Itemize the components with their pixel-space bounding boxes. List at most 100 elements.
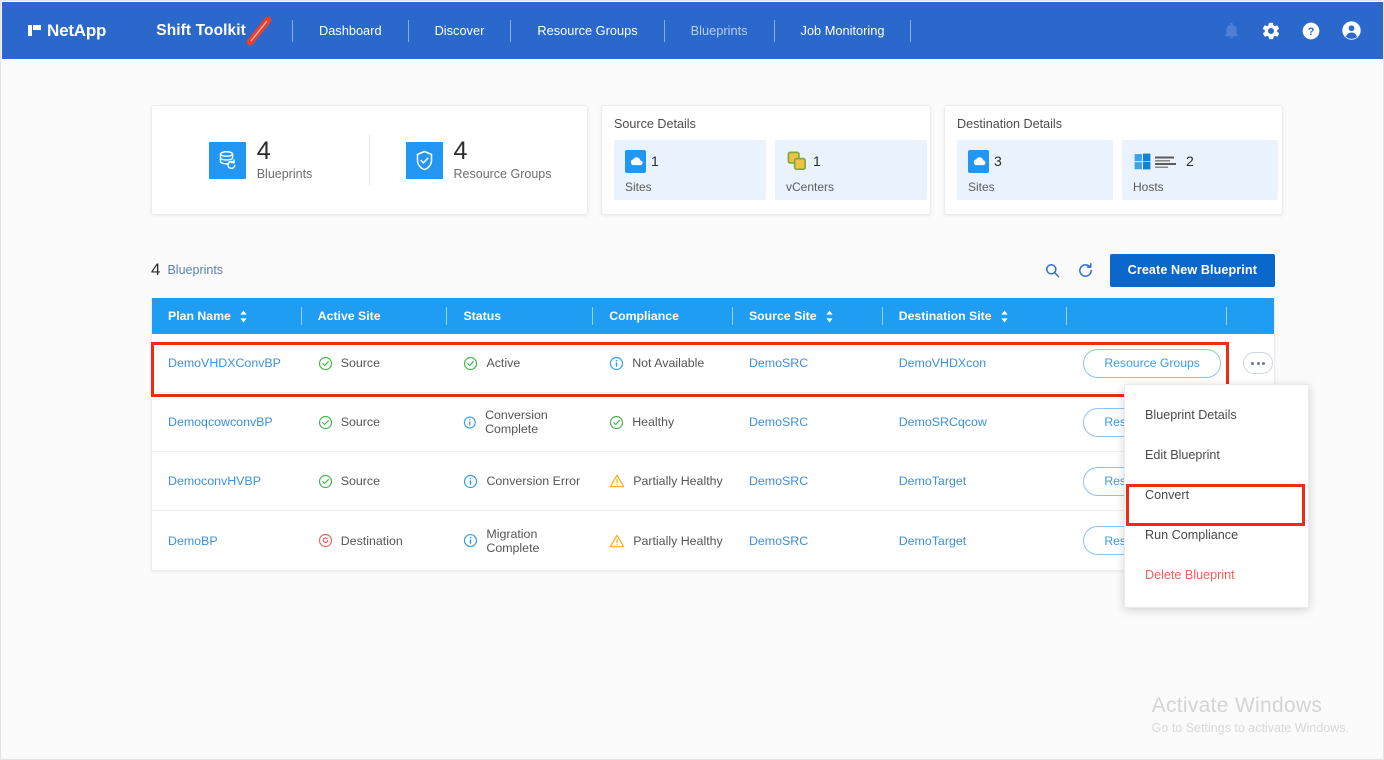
column-label: Active Site <box>318 309 381 323</box>
nav-link-job-monitoring[interactable]: Job Monitoring <box>789 21 897 40</box>
app-title-text: Shift Toolkit <box>156 22 246 39</box>
windows-activation-watermark: Activate Windows Go to Settings to activ… <box>1152 694 1349 735</box>
check-circle-green-icon <box>609 415 624 430</box>
table-row[interactable]: DemoqcowconvBP Source Conversion Complet… <box>152 393 1274 452</box>
column-header-compliance[interactable]: Compliance <box>593 298 733 334</box>
destination-tiles: 3 Sites <box>957 140 1270 200</box>
cell-destination-site: DemoTarget <box>883 452 1068 511</box>
search-icon[interactable] <box>1044 262 1061 279</box>
active-site-value: Source <box>341 474 380 488</box>
help-icon[interactable]: ? <box>1301 21 1321 41</box>
plan-name-link[interactable]: DemoBP <box>168 534 218 548</box>
shield-check-icon <box>406 142 443 179</box>
warning-triangle-amber-icon <box>609 473 625 489</box>
menu-item-delete-blueprint[interactable]: Delete Blueprint <box>1125 555 1308 595</box>
cloud-icon <box>968 150 989 173</box>
source-site-link[interactable]: DemoSRC <box>749 356 808 370</box>
source-details-title: Source Details <box>614 117 918 131</box>
nav-divider <box>664 20 665 42</box>
source-site-link[interactable]: DemoSRC <box>749 474 808 488</box>
nav-divider <box>910 20 911 42</box>
top-navigation-bar: NetApp Shift Toolkit Dashboard Discover … <box>2 2 1384 59</box>
cell-compliance: Partially Healthy <box>593 511 733 570</box>
cell-status: Conversion Error <box>447 452 593 511</box>
cell-source-site: DemoSRC <box>733 511 883 570</box>
plan-name-link[interactable]: DemoconvHVBP <box>168 474 261 488</box>
menu-item-run-compliance[interactable]: Run Compliance <box>1125 515 1308 555</box>
sort-icon[interactable] <box>825 310 834 323</box>
column-header-plan-name[interactable]: Plan Name <box>152 298 302 334</box>
stat-blueprints-value: 4 <box>257 139 313 164</box>
info-circle-blue-icon <box>463 474 478 489</box>
gear-icon[interactable] <box>1261 21 1281 41</box>
nav-link-dashboard[interactable]: Dashboard <box>307 21 394 40</box>
nav-divider <box>774 20 775 42</box>
menu-item-edit-blueprint[interactable]: Edit Blueprint <box>1125 435 1308 475</box>
tile-destination-sites-label: Sites <box>968 180 1102 194</box>
tile-source-vcenters-label: vCenters <box>786 180 916 194</box>
destination-site-link[interactable]: DemoSRCqcow <box>899 415 987 429</box>
column-header-options <box>1227 298 1274 334</box>
cell-plan-name: DemoBP <box>152 511 302 570</box>
plan-name-link[interactable]: DemoqcowconvBP <box>168 415 273 429</box>
table-row[interactable]: DemoVHDXConvBP Source Active <box>152 334 1274 393</box>
stat-blueprints: 4 Blueprints <box>152 139 369 181</box>
resource-groups-button[interactable]: Resource Groups <box>1083 349 1221 378</box>
check-circle-green-icon <box>318 415 333 430</box>
compliance-value: Partially Healthy <box>633 534 723 548</box>
netapp-logo-text: NetApp <box>47 21 106 41</box>
menu-item-blueprint-details[interactable]: Blueprint Details <box>1125 395 1308 435</box>
cell-status: Conversion Complete <box>447 393 593 452</box>
menu-item-convert[interactable]: Convert <box>1125 475 1308 515</box>
column-label: Compliance <box>609 309 679 323</box>
check-circle-green-icon <box>318 474 333 489</box>
cell-plan-name: DemoVHDXConvBP <box>152 334 302 393</box>
watermark-title: Activate Windows <box>1152 694 1349 718</box>
bell-icon[interactable] <box>1222 21 1241 40</box>
cell-plan-name: DemoqcowconvBP <box>152 393 302 452</box>
status-value: Conversion Complete <box>485 408 593 436</box>
sort-icon[interactable] <box>239 310 248 323</box>
table-row[interactable]: DemoconvHVBP Source Conversion Error <box>152 452 1274 511</box>
nav-link-discover[interactable]: Discover <box>423 21 497 40</box>
destination-details-card: Destination Details 3 Sites <box>944 105 1283 215</box>
netapp-logo[interactable]: NetApp <box>28 21 106 41</box>
tile-source-sites-label: Sites <box>625 180 755 194</box>
source-site-link[interactable]: DemoSRC <box>749 534 808 548</box>
column-header-active-site[interactable]: Active Site <box>302 298 448 334</box>
stat-resource-groups-label: Resource Groups <box>454 167 552 181</box>
nav-link-resource-groups[interactable]: Resource Groups <box>525 21 649 40</box>
netapp-logo-mark <box>28 25 41 36</box>
nav-link-blueprints[interactable]: Blueprints <box>679 21 760 40</box>
user-avatar-icon[interactable] <box>1341 20 1362 41</box>
column-header-status[interactable]: Status <box>447 298 593 334</box>
sort-icon[interactable] <box>1000 310 1009 323</box>
destination-site-link[interactable]: DemoTarget <box>899 534 967 548</box>
destination-site-link[interactable]: DemoVHDXcon <box>899 356 986 370</box>
blueprints-table: Plan Name Active Site Status Compliance <box>151 298 1275 571</box>
tile-destination-sites-value: 3 <box>994 153 1002 169</box>
stat-resource-groups: 4 Resource Groups <box>370 139 587 181</box>
tile-source-vcenters: 1 vCenters <box>775 140 927 200</box>
column-header-destination-site[interactable]: Destination Site <box>883 298 1068 334</box>
create-new-blueprint-button[interactable]: Create New Blueprint <box>1110 254 1275 287</box>
cell-status: Active <box>447 334 593 393</box>
source-tiles: 1 Sites 1 vCenters <box>614 140 918 200</box>
refresh-icon[interactable] <box>1077 262 1094 279</box>
column-header-source-site[interactable]: Source Site <box>733 298 883 334</box>
compliance-value: Healthy <box>632 415 674 429</box>
destination-site-link[interactable]: DemoTarget <box>899 474 967 488</box>
info-circle-blue-icon <box>609 356 624 371</box>
info-circle-blue-icon <box>463 533 478 548</box>
active-site-value: Source <box>341 356 380 370</box>
plan-name-link[interactable]: DemoVHDXConvBP <box>168 356 281 370</box>
table-row[interactable]: DemoBP Destination Migration Complete <box>152 511 1274 570</box>
source-site-link[interactable]: DemoSRC <box>749 415 808 429</box>
more-options-icon[interactable] <box>1243 352 1273 374</box>
cell-source-site: DemoSRC <box>733 393 883 452</box>
tile-source-sites-top: 1 <box>625 149 755 173</box>
stat-blueprints-label: Blueprints <box>257 167 313 181</box>
check-circle-green-icon <box>463 356 478 371</box>
check-circle-green-icon <box>318 356 333 371</box>
nav-actions: ? <box>1222 20 1362 41</box>
